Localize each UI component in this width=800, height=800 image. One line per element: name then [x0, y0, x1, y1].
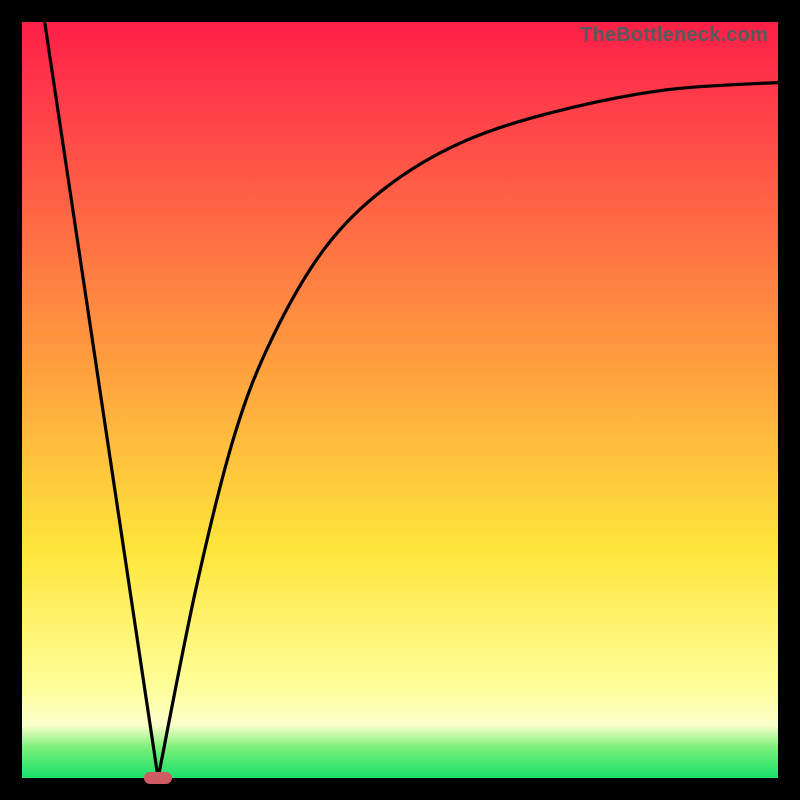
optimal-point-marker: [144, 772, 172, 784]
chart-frame: TheBottleneck.com: [0, 0, 800, 800]
bottleneck-curve: [22, 22, 778, 778]
plot-area: TheBottleneck.com: [22, 22, 778, 778]
curve-path: [45, 22, 778, 778]
